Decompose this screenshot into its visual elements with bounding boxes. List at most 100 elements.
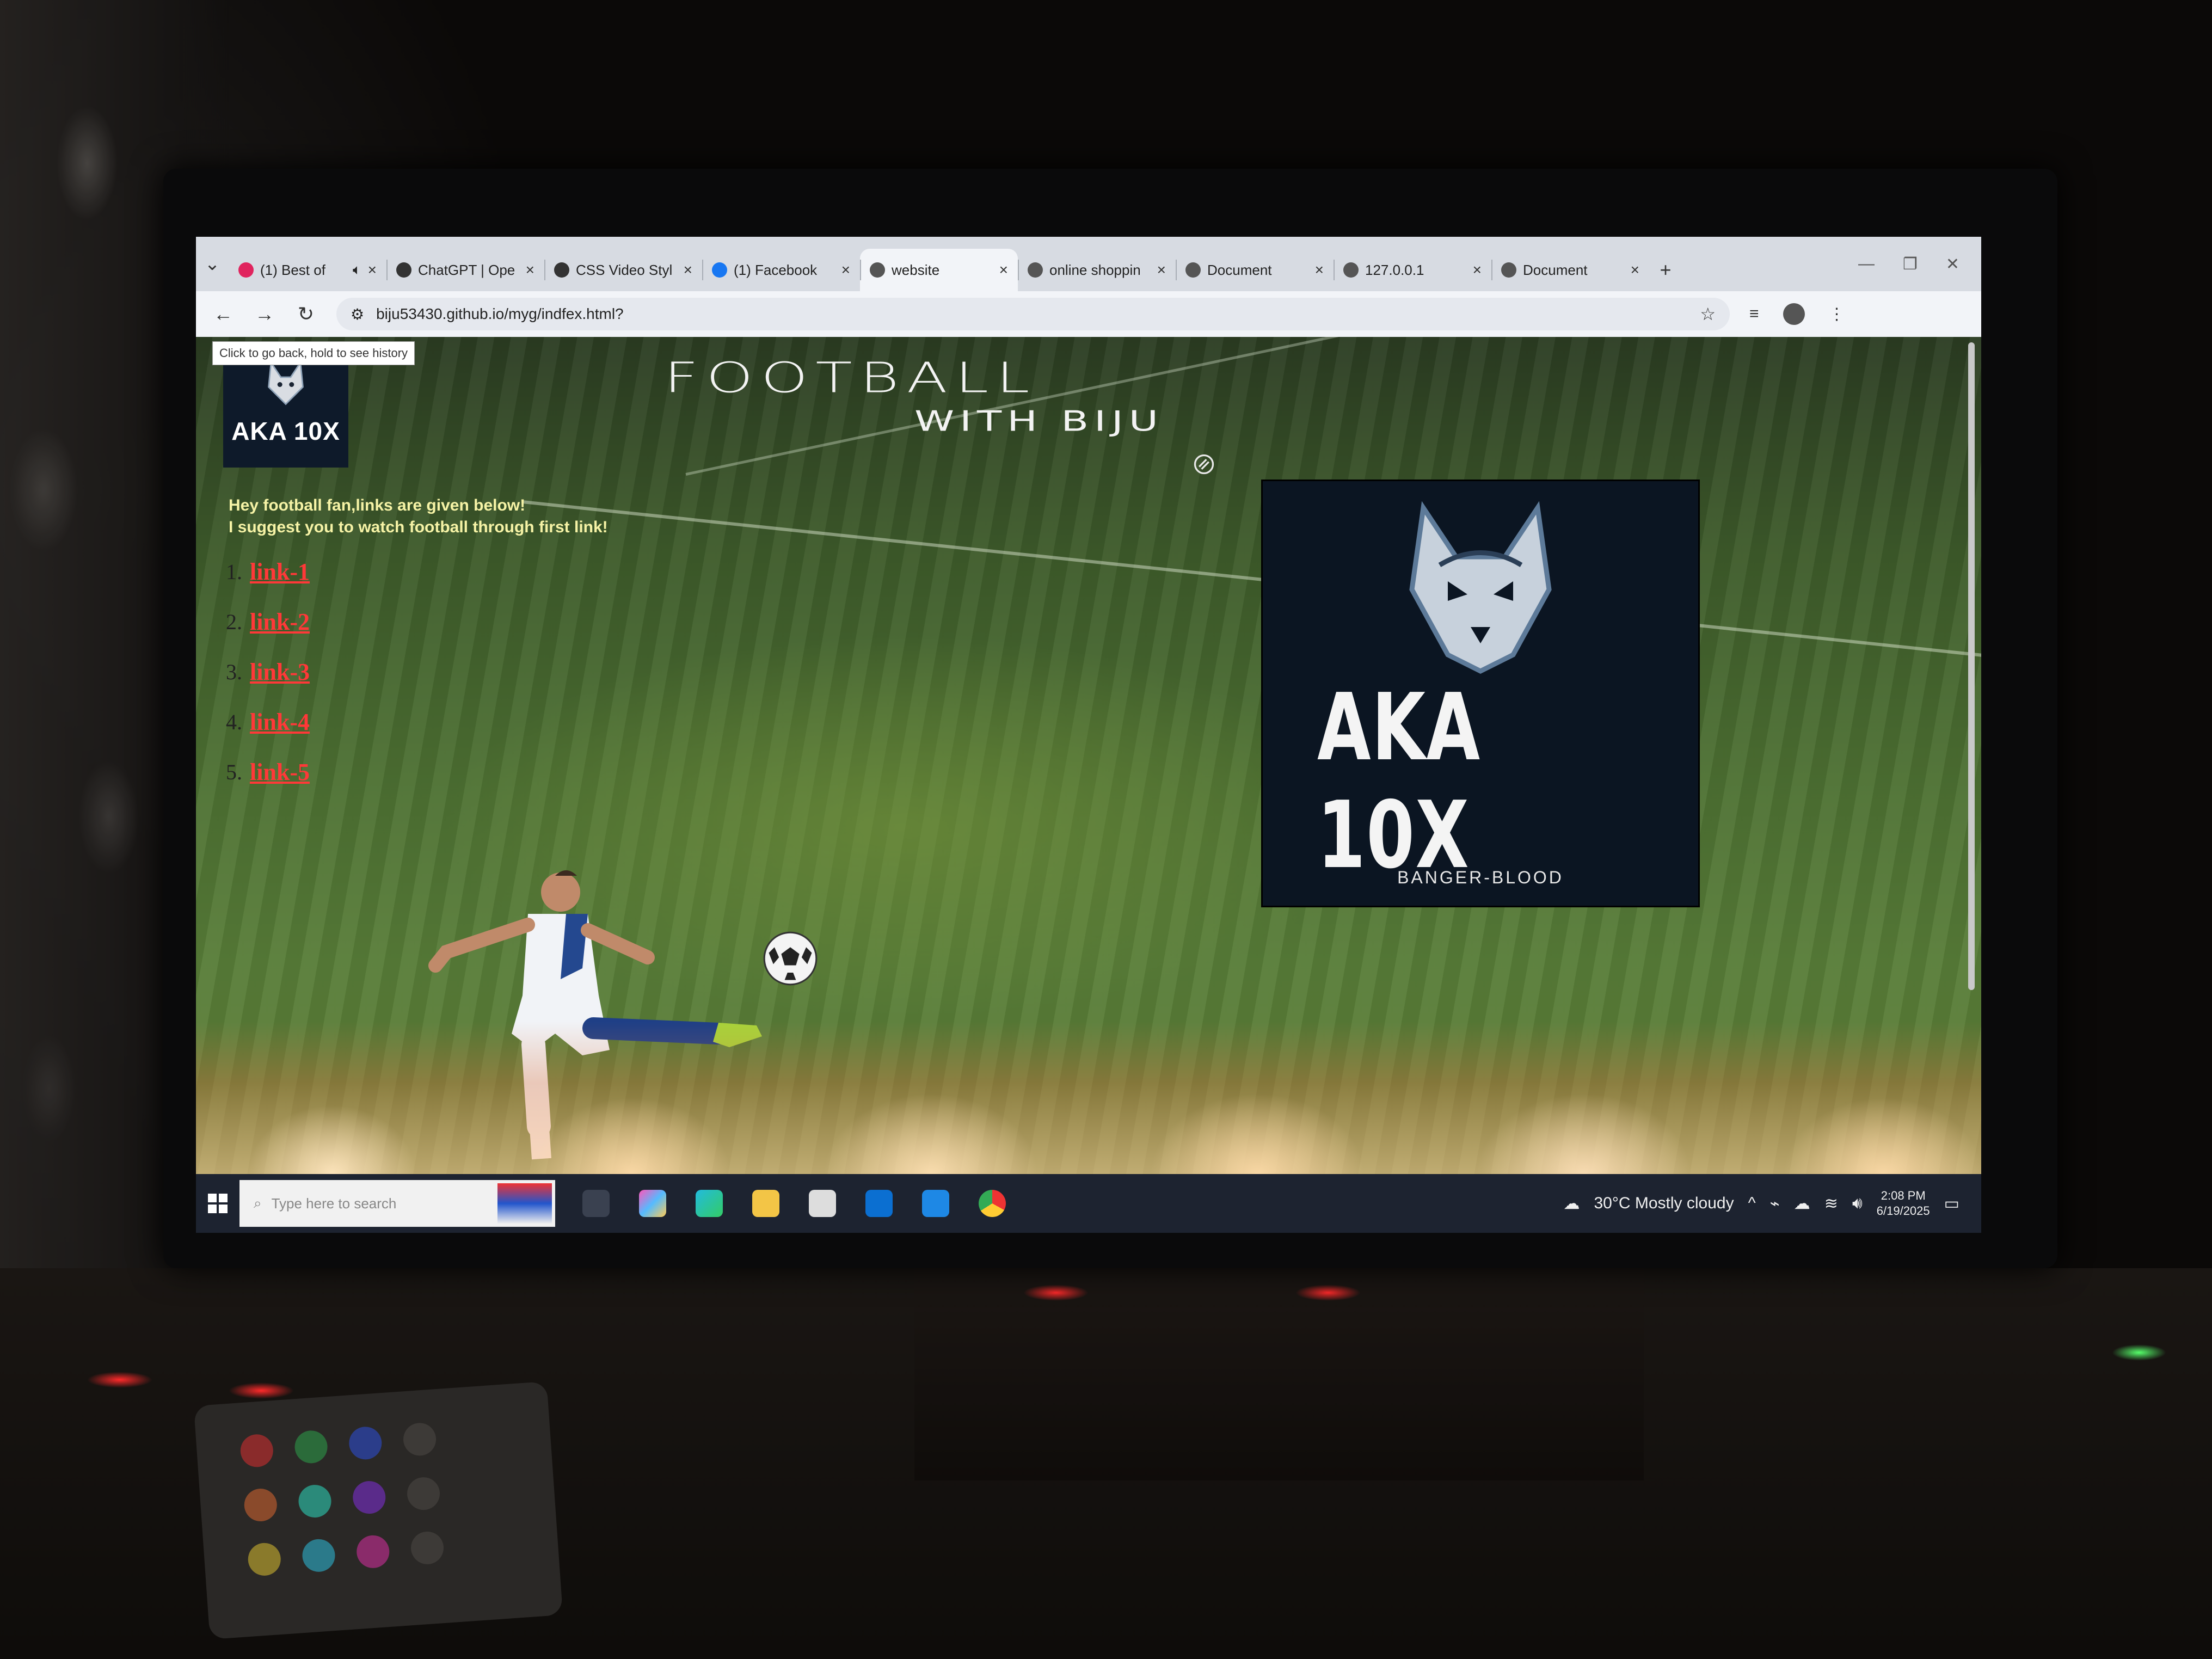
address-text: biju53430.github.io/myg/indfex.html?	[376, 305, 624, 322]
tab-bar: ⌄ (1) Best of 🔈︎ × ChatGPT | Ope × CSS Video …	[196, 237, 1981, 291]
browser-tab[interactable]: website ×	[860, 249, 1018, 291]
tab-favicon-icon	[1501, 262, 1516, 278]
tab-close-icon[interactable]: ×	[999, 261, 1008, 279]
windows-start-icon[interactable]	[196, 1174, 239, 1233]
taskbar-search-input[interactable]: ⌕ Type here to search	[239, 1180, 555, 1227]
tab-favicon-icon	[870, 262, 885, 278]
list-number: 5.	[226, 759, 242, 784]
tab-favicon-icon	[554, 262, 569, 278]
toolbar-right: ≡ ⋮	[1749, 303, 1845, 325]
reload-icon[interactable]: ↻	[295, 303, 317, 325]
tab-close-icon[interactable]: ×	[841, 261, 850, 279]
restore-icon[interactable]: ❐	[1903, 255, 1918, 274]
browser-tab[interactable]: 127.0.0.1 ×	[1334, 249, 1491, 291]
tab-search-chevron-icon[interactable]: ⌄	[196, 237, 229, 291]
site-info-icon[interactable]: ⚙	[351, 305, 364, 323]
tab-favicon-icon	[1343, 262, 1359, 278]
list-item: 2. link-2	[226, 597, 310, 647]
red-led	[87, 1372, 152, 1388]
list-item: 5. link-5	[226, 747, 310, 797]
logo-big: AKA 10X BANGER-BLOOD	[1263, 481, 1698, 906]
page-title: FOOTBALL	[664, 353, 1037, 402]
volume-icon[interactable]: 🔊︎	[1852, 1194, 1863, 1213]
network-icon[interactable]: ⌁	[1770, 1194, 1780, 1213]
pitch-line	[522, 500, 1981, 658]
new-tab-button[interactable]: +	[1649, 249, 1682, 291]
onedrive-cloud-icon[interactable]: ☁	[1794, 1194, 1810, 1213]
tab-favicon-icon	[396, 262, 411, 278]
minimize-icon[interactable]: —	[1858, 255, 1875, 273]
clock-time: 2:08 PM	[1881, 1189, 1926, 1202]
search-highlight-image	[497, 1183, 552, 1224]
tab-title: (1) Facebook	[734, 261, 818, 278]
search-icon: ⌕	[254, 1195, 262, 1211]
browser-tab[interactable]: Document ×	[1176, 249, 1334, 291]
vscode-icon[interactable]	[922, 1190, 949, 1217]
chevron-up-icon[interactable]: ^	[1748, 1194, 1756, 1213]
tab-title: online shoppin	[1049, 261, 1141, 278]
tab-close-icon[interactable]: ×	[1157, 261, 1166, 279]
football-ball-icon	[763, 931, 818, 986]
browser-toolbar: ← → ↻ ⚙ biju53430.github.io/myg/indfex.h…	[196, 291, 1981, 337]
reading-mode-icon[interactable]: ≡	[1749, 305, 1759, 323]
weather-icon[interactable]: ☁	[1563, 1194, 1580, 1213]
copilot-icon[interactable]	[639, 1190, 666, 1217]
tab-close-icon[interactable]: ×	[368, 261, 377, 279]
edge-icon[interactable]	[696, 1190, 723, 1217]
red-led	[1023, 1285, 1089, 1301]
bookmark-star-icon[interactable]: ☆	[1700, 304, 1716, 324]
forward-arrow-icon[interactable]: →	[254, 303, 275, 325]
tab-title: Document	[1523, 261, 1588, 278]
link-list: 1. link-1 2. link-2 3. link-3 4. link-4 5. link-5	[226, 546, 310, 797]
back-arrow-icon[interactable]: ←	[212, 303, 234, 325]
browser-tab[interactable]: (1) Facebook ×	[702, 249, 860, 291]
close-window-icon[interactable]: ✕	[1946, 255, 1959, 274]
browser-tab[interactable]: ChatGPT | Ope ×	[386, 249, 544, 291]
tab-title: website	[892, 261, 940, 278]
tab-close-icon[interactable]: ×	[526, 261, 534, 279]
tab-close-icon[interactable]: ×	[1315, 261, 1324, 279]
tab-close-icon[interactable]: ×	[1473, 261, 1482, 279]
link-1[interactable]: link-1	[250, 558, 310, 586]
wifi-icon[interactable]: ≋	[1824, 1194, 1838, 1213]
system-tray: ☁ 30°C Mostly cloudy ^ ⌁ ☁ ≋ 🔊︎ 2:08 PM …	[1563, 1188, 1981, 1219]
outlook-icon[interactable]	[865, 1190, 893, 1217]
list-item: 4. link-4	[226, 697, 310, 747]
tab-title: (1) Best of	[260, 261, 325, 278]
chrome-icon[interactable]	[979, 1190, 1006, 1217]
tab-close-icon[interactable]: ×	[1631, 261, 1639, 279]
browser-tab[interactable]: online shoppin ×	[1018, 249, 1176, 291]
clock[interactable]: 2:08 PM 6/19/2025	[1877, 1188, 1930, 1219]
tab-audio-icon[interactable]: 🔈︎	[353, 261, 361, 279]
weather-text[interactable]: 30°C Mostly cloudy	[1594, 1194, 1734, 1213]
tab-close-icon[interactable]: ×	[684, 261, 692, 279]
file-explorer-icon[interactable]	[752, 1190, 779, 1217]
wolf-head-icon	[1409, 501, 1552, 674]
link-3[interactable]: link-3	[250, 658, 310, 686]
link-4[interactable]: link-4	[250, 708, 310, 736]
link-5[interactable]: link-5	[250, 758, 310, 786]
link-2[interactable]: link-2	[250, 608, 310, 636]
tab-title: ChatGPT | Ope	[418, 261, 515, 278]
page-subtitle: WITH BIJU	[914, 405, 1164, 438]
profile-avatar[interactable]	[1783, 303, 1805, 325]
intro-line: I suggest you to watch football through …	[229, 518, 608, 536]
page-scrollbar[interactable]	[1968, 342, 1975, 990]
address-bar[interactable]: ⚙ biju53430.github.io/myg/indfex.html? ☆	[336, 298, 1730, 330]
store-icon[interactable]	[809, 1190, 836, 1217]
list-number: 2.	[226, 609, 242, 634]
intro-text: Hey football fan,links are given below! …	[229, 495, 608, 538]
green-led	[2112, 1344, 2166, 1361]
tab-favicon-icon	[1028, 262, 1043, 278]
task-view-icon[interactable]	[582, 1190, 610, 1217]
notification-icon[interactable]: ▭	[1944, 1194, 1959, 1213]
flames-decoration	[196, 1022, 1981, 1174]
red-led	[1295, 1285, 1361, 1301]
browser-tab[interactable]: CSS Video Styl ×	[544, 249, 702, 291]
browser-tab[interactable]: (1) Best of 🔈︎ ×	[229, 249, 386, 291]
browser-tab[interactable]: Document ×	[1491, 249, 1649, 291]
logo-small-text: AKA 10X	[231, 417, 340, 445]
window-controls: — ❐ ✕	[1858, 237, 1981, 291]
back-tooltip: Click to go back, hold to see history	[212, 341, 415, 365]
menu-kebab-icon[interactable]: ⋮	[1829, 305, 1845, 324]
